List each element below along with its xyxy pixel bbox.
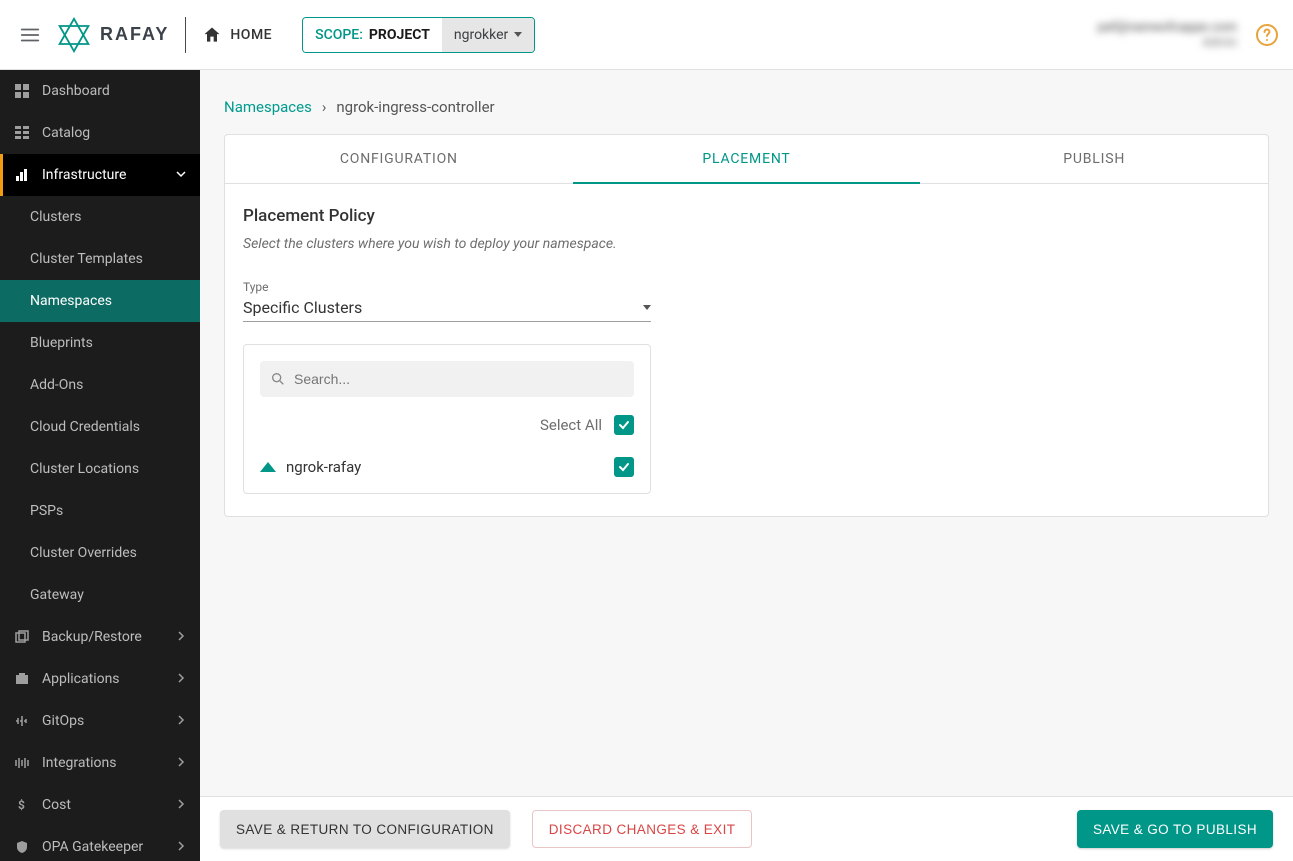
tab-publish[interactable]: PUBLISH [920,135,1268,183]
brand-name: RAFAY [100,24,169,45]
save-return-button[interactable]: SAVE & RETURN TO CONFIGURATION [220,810,510,848]
backup-icon [14,629,30,645]
tabs: CONFIGURATION PLACEMENT PUBLISH [224,134,1269,184]
sidebar-sub-namespaces[interactable]: Namespaces [0,280,200,322]
applications-icon [14,671,30,687]
save-publish-button[interactable]: SAVE & GO TO PUBLISH [1077,810,1273,848]
main-content: Namespaces › ngrok-ingress-controller CO… [200,70,1293,796]
dashboard-icon [14,83,30,99]
sidebar-item-catalog[interactable]: Catalog [0,112,200,154]
infrastructure-icon [14,167,30,183]
chevron-right-icon [176,755,186,771]
sidebar-item-infrastructure[interactable]: Infrastructure [0,154,200,196]
scope-selector: SCOPE: PROJECT ngrokker [302,17,535,53]
sidebar-item-applications[interactable]: Applications [0,658,200,700]
hamburger-menu-icon[interactable] [12,17,48,53]
breadcrumb-current: ngrok-ingress-controller [336,98,494,116]
discard-button[interactable]: DISCARD CHANGES & EXIT [532,810,753,848]
search-icon [270,371,286,387]
home-icon [202,25,222,45]
placement-panel: Placement Policy Select the clusters whe… [224,184,1269,517]
home-button[interactable]: HOME [202,25,272,45]
cluster-checkbox[interactable] [614,457,634,477]
top-bar: RAFAY HOME SCOPE: PROJECT ngrokker paf@n… [0,0,1293,70]
breadcrumb: Namespaces › ngrok-ingress-controller [224,98,1269,116]
chevron-right-icon [176,797,186,813]
sidebar-sub-cluster-locations[interactable]: Cluster Locations [0,448,200,490]
chevron-right-icon [176,839,186,855]
home-label: HOME [230,27,272,43]
divider [185,17,186,53]
cluster-row: ngrok-rafay [260,457,634,477]
sidebar-sub-addons[interactable]: Add-Ons [0,364,200,406]
select-all-label: Select All [540,416,602,434]
scope-label: SCOPE: PROJECT [303,18,442,52]
breadcrumb-separator: › [322,98,327,116]
sidebar-sub-gateway[interactable]: Gateway [0,574,200,616]
brand-logo[interactable]: RAFAY [56,17,169,53]
cluster-picker: Select All ngrok-rafay [243,344,651,494]
select-all-row: Select All [260,415,634,435]
chevron-down-icon [514,32,522,37]
chevron-right-icon [176,629,186,645]
cost-icon: $ [14,797,30,813]
integrations-icon [14,755,30,771]
footer-actions: SAVE & RETURN TO CONFIGURATION DISCARD C… [200,796,1293,861]
cluster-name: ngrok-rafay [286,458,361,476]
search-input[interactable] [294,371,624,387]
type-label: Type [243,280,1250,294]
chevron-down-icon [643,305,651,310]
select-all-checkbox[interactable] [614,415,634,435]
sidebar-item-integrations[interactable]: Integrations [0,742,200,784]
user-menu[interactable]: paf@nameofcappe.com Admin [1098,20,1237,49]
sidebar-item-backup-restore[interactable]: Backup/Restore [0,616,200,658]
svg-text:$: $ [18,798,25,812]
sidebar-sub-psps[interactable]: PSPs [0,490,200,532]
breadcrumb-root[interactable]: Namespaces [224,98,312,116]
chevron-down-icon [176,167,186,183]
sidebar-item-opa-gatekeeper[interactable]: OPA Gatekeeper [0,826,200,861]
sidebar: Dashboard Catalog Infrastructure Cluster… [0,70,200,861]
sidebar-sub-blueprints[interactable]: Blueprints [0,322,200,364]
panel-subtitle: Select the clusters where you wish to de… [243,236,1250,252]
rafay-logo-icon [56,17,92,53]
tab-configuration[interactable]: CONFIGURATION [225,135,573,183]
type-select[interactable]: Specific Clusters [243,298,651,322]
sidebar-item-cost[interactable]: $ Cost [0,784,200,826]
chevron-right-icon [176,671,186,687]
cluster-status-icon [260,462,276,472]
sidebar-sub-cluster-overrides[interactable]: Cluster Overrides [0,532,200,574]
gitops-icon [14,713,30,729]
catalog-icon [14,125,30,141]
tab-placement[interactable]: PLACEMENT [573,135,921,183]
opa-icon [14,839,30,855]
sidebar-sub-cluster-templates[interactable]: Cluster Templates [0,238,200,280]
panel-title: Placement Policy [243,206,1250,226]
sidebar-item-gitops[interactable]: GitOps [0,700,200,742]
chevron-right-icon [176,713,186,729]
help-icon[interactable] [1253,21,1281,49]
sidebar-sub-clusters[interactable]: Clusters [0,196,200,238]
sidebar-sub-cloud-credentials[interactable]: Cloud Credentials [0,406,200,448]
cluster-search[interactable] [260,361,634,397]
sidebar-item-dashboard[interactable]: Dashboard [0,70,200,112]
scope-project-dropdown[interactable]: ngrokker [442,18,534,52]
